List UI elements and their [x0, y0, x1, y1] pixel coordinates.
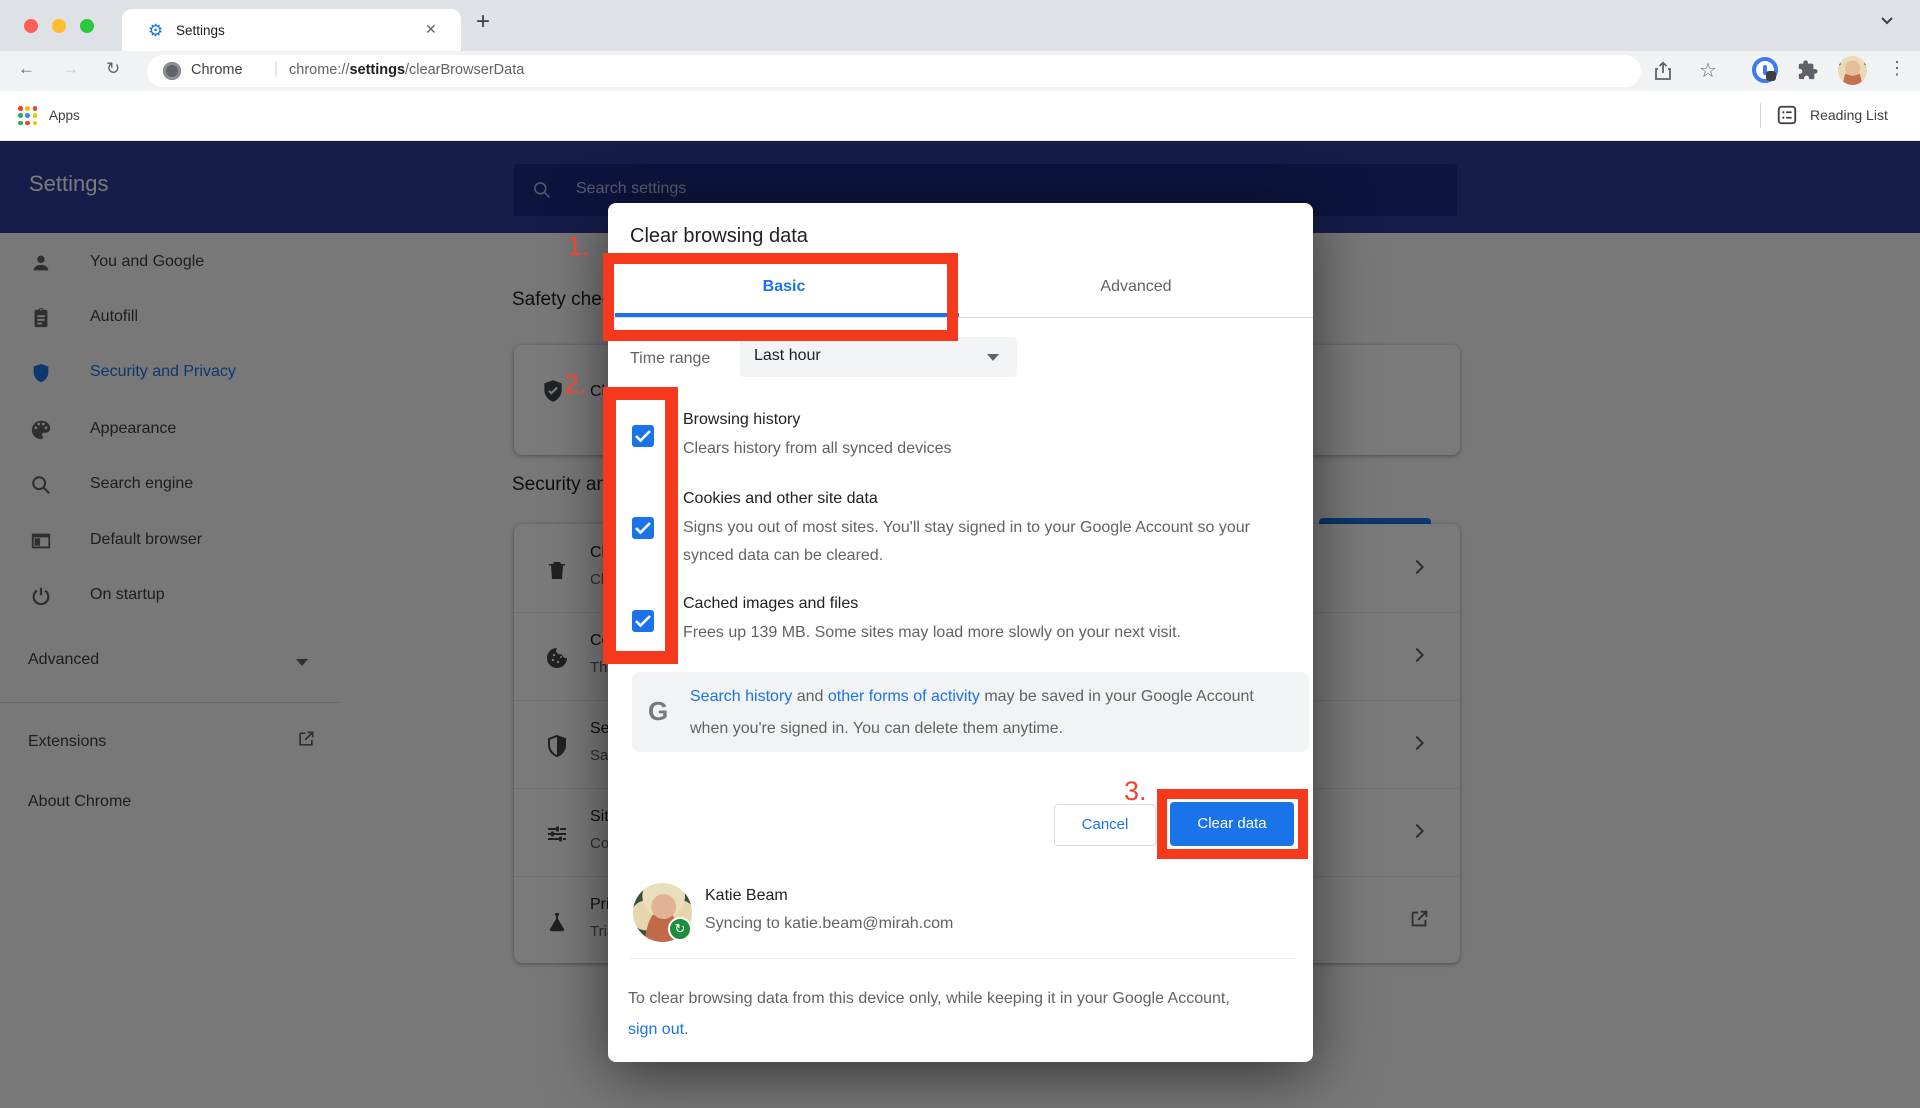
gear-favicon-icon: ⚙ — [148, 22, 165, 39]
annotation-label-3: 3. — [1124, 776, 1147, 807]
annotation-box-3 — [1157, 789, 1308, 859]
tab-strip: ⚙ Settings ✕ + — [0, 0, 1920, 51]
chip-separator: | — [274, 60, 278, 78]
search-history-link[interactable]: Search history — [690, 688, 792, 705]
macos-close-button[interactable] — [24, 19, 38, 33]
browser-menu-icon[interactable]: ⋮ — [1888, 58, 1906, 79]
bookmark-star-icon[interactable]: ☆ — [1699, 58, 1717, 83]
item-title: Cached images and files — [683, 595, 858, 613]
dialog-divider — [630, 958, 1295, 959]
user-sync-status: Syncing to katie.beam@mirah.com — [705, 915, 953, 933]
google-g-icon: G — [648, 696, 668, 727]
browser-toolbar: ← → ↻ Chrome | chrome://settings/clearBr… — [0, 51, 1920, 91]
apps-grid-icon[interactable] — [18, 106, 38, 126]
reload-button[interactable]: ↻ — [106, 59, 120, 79]
item-desc: Signs you out of most sites. You'll stay… — [683, 514, 1278, 570]
tab-title: Settings — [176, 23, 225, 38]
other-activity-link[interactable]: other forms of activity — [828, 688, 980, 705]
time-range-select[interactable]: Last hour — [740, 337, 1017, 377]
chrome-logo-icon — [163, 62, 181, 80]
sign-out-link[interactable]: sign out — [628, 1021, 684, 1038]
url-path: /clearBrowserData — [405, 62, 524, 78]
chevron-down-icon[interactable] — [1880, 14, 1894, 33]
share-icon[interactable] — [1654, 61, 1672, 86]
macos-minimize-button[interactable] — [52, 19, 66, 33]
annotation-label-2: 2. — [564, 369, 587, 400]
url-host: settings — [349, 62, 405, 78]
item-title: Cookies and other site data — [683, 490, 878, 508]
footer-pre: To clear browsing data from this device … — [628, 990, 1230, 1007]
browser-profile-avatar[interactable] — [1838, 56, 1867, 85]
user-name: Katie Beam — [705, 887, 788, 905]
forward-button: → — [62, 59, 79, 79]
browser-tab-settings[interactable]: ⚙ Settings ✕ — [122, 9, 461, 51]
back-button[interactable]: ← — [18, 59, 35, 79]
footer-post: . — [684, 1021, 688, 1038]
annotation-label-1: 1. — [567, 231, 590, 262]
new-tab-button[interactable]: + — [476, 8, 490, 36]
sync-badge-icon: ↻ — [668, 917, 692, 941]
time-range-label: Time range — [630, 350, 710, 368]
bookmarks-separator — [1760, 103, 1761, 128]
notice-text: Search history and other forms of activi… — [690, 681, 1270, 745]
annotation-box-2 — [603, 387, 678, 664]
cancel-button[interactable]: Cancel — [1054, 804, 1156, 846]
dropdown-caret-icon — [987, 354, 999, 361]
item-title: Browsing history — [683, 411, 800, 429]
notice-mid: and — [792, 688, 828, 705]
extensions-puzzle-icon[interactable] — [1796, 59, 1818, 86]
bookmarks-bar: Apps Reading List — [0, 91, 1920, 141]
url-scheme: chrome:// — [289, 62, 349, 78]
dialog-footer-text: To clear browsing data from this device … — [628, 983, 1238, 1045]
omnibox[interactable]: Chrome | chrome://settings/clearBrowserD… — [147, 55, 1641, 87]
reading-list-label[interactable]: Reading List — [1810, 107, 1888, 123]
tab-advanced[interactable]: Advanced — [960, 256, 1312, 318]
url-text[interactable]: chrome://settings/clearBrowserData — [289, 62, 524, 78]
google-account-notice: G Search history and other forms of acti… — [632, 672, 1309, 752]
item-desc: Clears history from all synced devices — [683, 435, 1278, 463]
onepassword-extension-icon[interactable] — [1752, 57, 1778, 83]
time-range-value: Last hour — [754, 347, 821, 365]
close-tab-icon[interactable]: ✕ — [425, 21, 437, 38]
site-chip-label: Chrome — [191, 62, 243, 78]
dialog-title: Clear browsing data — [630, 225, 808, 248]
annotation-box-1 — [603, 253, 958, 341]
macos-fullscreen-button[interactable] — [80, 19, 94, 33]
item-desc: Frees up 139 MB. Some sites may load mor… — [683, 619, 1278, 647]
apps-bookmark-label[interactable]: Apps — [49, 108, 80, 123]
reading-list-icon[interactable] — [1776, 104, 1798, 131]
